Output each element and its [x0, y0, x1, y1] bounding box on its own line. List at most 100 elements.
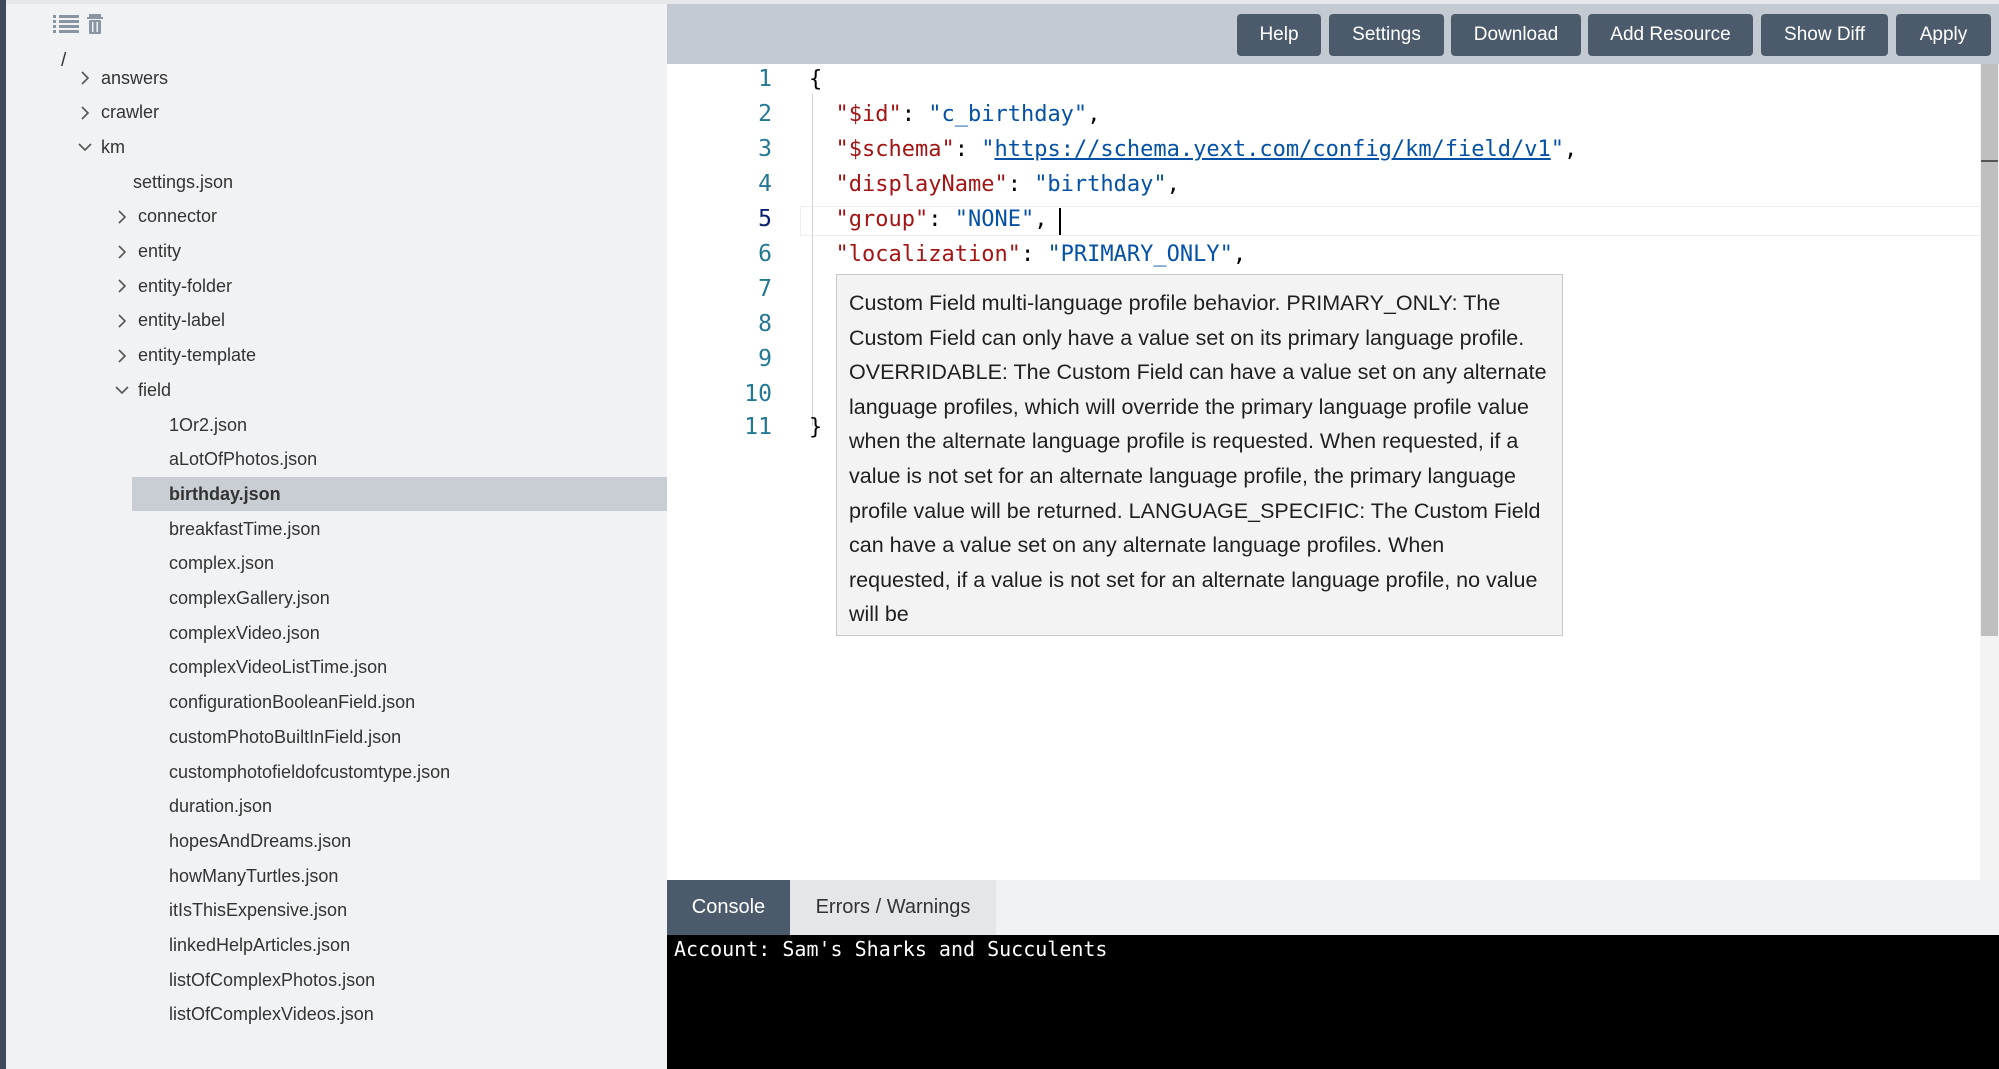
- code-line-3[interactable]: "$schema": "https://schema.yext.com/conf…: [809, 137, 1578, 162]
- download-button[interactable]: Download: [1451, 14, 1581, 56]
- tree-item[interactable]: km: [73, 130, 125, 164]
- tree-item[interactable]: answers: [73, 61, 168, 95]
- line-number: 8: [758, 311, 772, 337]
- tree-item-label: settings.json: [133, 171, 234, 192]
- tree-item[interactable]: configurationBooleanField.json: [169, 686, 415, 720]
- settings-button[interactable]: Settings: [1329, 14, 1444, 56]
- line-number: 9: [758, 346, 772, 372]
- tree-item-label: entity-folder: [138, 275, 233, 296]
- tree-item-label: customphotofieldofcustomtype.json: [169, 761, 451, 782]
- tab-errors-warnings[interactable]: Errors / Warnings: [790, 880, 996, 935]
- tree-item[interactable]: breakfastTime.json: [169, 512, 320, 546]
- tree-item[interactable]: listOfComplexPhotos.json: [169, 963, 375, 997]
- chevron-right-icon[interactable]: [110, 244, 134, 259]
- tree-item-label: customPhotoBuiltInField.json: [169, 726, 402, 747]
- tree-item[interactable]: field: [110, 373, 171, 407]
- tree-item[interactable]: entity-folder: [110, 269, 232, 303]
- tree-item-label: aLotOfPhotos.json: [169, 449, 318, 470]
- help-button[interactable]: Help: [1237, 14, 1321, 56]
- tree-item[interactable]: itIsThisExpensive.json: [169, 894, 347, 928]
- code-line-1[interactable]: {: [809, 67, 822, 92]
- file-tree-sidebar: / answers crawler km settings.json connector…: [6, 4, 667, 1069]
- tree-item[interactable]: listOfComplexVideos.json: [169, 998, 374, 1032]
- code-line-2[interactable]: "$id": "c_birthday",: [809, 102, 1101, 127]
- tree-item[interactable]: complexGallery.json: [169, 582, 330, 616]
- chevron-right-icon[interactable]: [110, 314, 134, 328]
- tree-item[interactable]: customphotofieldofcustomtype.json: [169, 755, 450, 789]
- tree-item[interactable]: complexVideoListTime.json: [169, 651, 387, 685]
- tree-item-label: duration.json: [169, 796, 273, 817]
- chevron-right-icon[interactable]: [110, 349, 134, 363]
- chevron-right-icon[interactable]: [110, 279, 134, 293]
- console-output-text: Account: Sam's Sharks and Succulents: [674, 937, 1108, 961]
- tree-item-label: complexGallery.json: [169, 588, 330, 608]
- tree-item-label: crawler: [101, 102, 160, 123]
- line-number: 5: [758, 206, 772, 232]
- add-resource-button[interactable]: Add Resource: [1588, 14, 1753, 56]
- tree-root[interactable]: /: [61, 50, 66, 72]
- chevron-down-icon[interactable]: [73, 142, 97, 152]
- tree-item[interactable]: customPhotoBuiltInField.json: [169, 720, 401, 754]
- tree-item[interactable]: birthday.json: [132, 477, 667, 512]
- scrollbar-cursor-marker: [1981, 160, 1998, 162]
- console-tab-bar: Console Errors / Warnings: [667, 880, 1999, 935]
- tab-console[interactable]: Console: [667, 880, 790, 935]
- tree-item[interactable]: crawler: [73, 96, 159, 130]
- tree-item-label: complex.json: [169, 553, 275, 574]
- tree-item-label: connector: [138, 206, 218, 227]
- scrollbar-thumb[interactable]: [1981, 64, 1998, 636]
- trash-icon[interactable]: [87, 14, 103, 34]
- tree-item-label: complexVideoListTime.json: [169, 657, 388, 678]
- chevron-right-icon[interactable]: [110, 210, 134, 224]
- tree-item-label: field: [138, 379, 172, 400]
- tree-item[interactable]: entity: [110, 235, 181, 269]
- tree-item-label: configurationBooleanField.json: [169, 692, 416, 713]
- tree-item[interactable]: duration.json: [169, 790, 272, 824]
- tree-item-label: entity-label: [138, 310, 226, 331]
- tree-item-label: entity: [138, 241, 182, 261]
- tree-item-label: listOfComplexVideos.json: [169, 1004, 374, 1025]
- line-number: 11: [744, 414, 772, 440]
- line-number: 6: [758, 241, 772, 267]
- chevron-right-icon[interactable]: [73, 106, 97, 120]
- line-number: 10: [744, 381, 772, 407]
- list-icon[interactable]: [53, 14, 79, 34]
- chevron-right-icon[interactable]: [73, 71, 97, 85]
- tree-item-label: howManyTurtles.json: [169, 865, 339, 886]
- tree-item[interactable]: settings.json: [133, 165, 233, 199]
- tree-item[interactable]: howManyTurtles.json: [169, 859, 338, 893]
- tree-item-label: entity-template: [138, 345, 257, 366]
- tree-item-label: birthday.json: [169, 483, 281, 504]
- chevron-down-icon[interactable]: [110, 385, 134, 395]
- tree-item-label: 1Or2.json: [169, 414, 248, 435]
- sidebar-tools: [53, 14, 103, 34]
- tree-item[interactable]: complexVideo.json: [169, 616, 320, 650]
- show-diff-button[interactable]: Show Diff: [1761, 14, 1888, 56]
- apply-button[interactable]: Apply: [1896, 14, 1991, 56]
- tree-item[interactable]: complex.json: [169, 547, 274, 581]
- schema-link[interactable]: https://schema.yext.com/config/km/field/…: [994, 137, 1550, 162]
- tree-item-label: linkedHelpArticles.json: [169, 935, 351, 955]
- line-number: 7: [758, 276, 772, 302]
- tree-item[interactable]: hopesAndDreams.json: [169, 824, 351, 858]
- line-number: 3: [758, 136, 772, 162]
- tree-item[interactable]: entity-template: [110, 339, 256, 373]
- code-line-5[interactable]: "group": "NONE",: [809, 207, 1048, 232]
- code-line-6[interactable]: "localization": "PRIMARY_ONLY",: [809, 242, 1247, 267]
- tree-item-label: answers: [101, 67, 169, 88]
- code-line-4[interactable]: "displayName": "birthday",: [809, 172, 1180, 197]
- tree-item-label: breakfastTime.json: [169, 518, 321, 539]
- tree-item[interactable]: entity-label: [110, 304, 225, 338]
- line-number: 1: [758, 66, 772, 92]
- tree-item[interactable]: linkedHelpArticles.json: [169, 929, 350, 963]
- line-number: 4: [758, 171, 772, 197]
- tree-item-label: km: [101, 136, 125, 157]
- tree-item[interactable]: aLotOfPhotos.json: [169, 443, 317, 477]
- tree-item[interactable]: connector: [110, 200, 217, 234]
- tree-item-label: complexVideo.json: [169, 622, 320, 643]
- code-line-11[interactable]: }: [809, 415, 822, 440]
- tree-item[interactable]: 1Or2.json: [169, 408, 247, 442]
- line-number: 2: [758, 101, 772, 127]
- hover-tooltip: Custom Field multi-language profile beha…: [836, 274, 1563, 636]
- text-cursor: [1059, 208, 1061, 235]
